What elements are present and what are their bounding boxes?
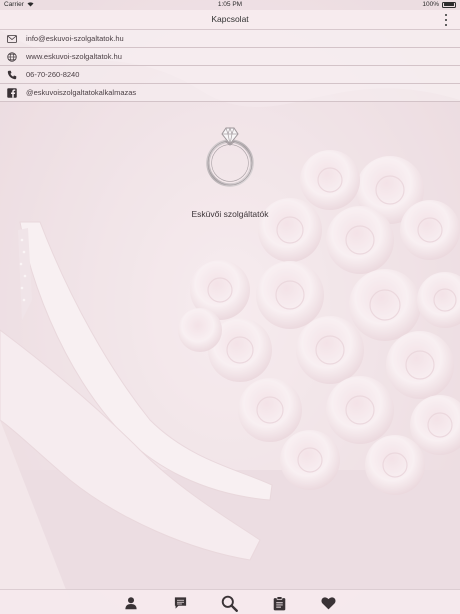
phone-icon xyxy=(7,70,17,80)
contact-website: www.eskuvoi-szolgaltatok.hu xyxy=(26,52,122,61)
contact-list: info@eskuvoi-szolgaltatok.hu www.eskuvoi… xyxy=(0,30,460,102)
contact-phone: 06-70-260-8240 xyxy=(26,70,80,79)
tab-notes[interactable] xyxy=(270,594,288,612)
chat-icon xyxy=(174,597,186,609)
contact-phone-row[interactable]: 06-70-260-8240 xyxy=(0,66,460,84)
person-icon xyxy=(125,597,137,610)
battery-level xyxy=(443,3,455,6)
tab-favorites[interactable] xyxy=(319,594,337,612)
contact-facebook: @eskuvoiszolgaltatokalkalmazas xyxy=(26,88,137,97)
status-bar: Carrier 1:05 PM 100% xyxy=(0,0,460,10)
search-icon xyxy=(221,595,238,612)
tab-bar xyxy=(0,589,460,614)
diamond-ring-icon xyxy=(206,126,254,187)
contact-facebook-row[interactable]: @eskuvoiszolgaltatokalkalmazas xyxy=(0,84,460,102)
tab-profile[interactable] xyxy=(122,594,140,612)
more-vertical-icon[interactable] xyxy=(442,14,450,26)
battery-percent: 100% xyxy=(422,1,439,8)
nav-bar: Kapcsolat xyxy=(0,10,460,30)
contact-email: info@eskuvoi-szolgaltatok.hu xyxy=(26,34,124,43)
page-title: Kapcsolat xyxy=(211,14,249,24)
tab-messages[interactable] xyxy=(171,594,189,612)
mail-icon xyxy=(7,34,17,44)
contact-email-row[interactable]: info@eskuvoi-szolgaltatok.hu xyxy=(0,30,460,48)
facebook-icon xyxy=(7,87,17,98)
contact-website-row[interactable]: www.eskuvoi-szolgaltatok.hu xyxy=(0,48,460,66)
clock: 1:05 PM xyxy=(217,1,243,8)
battery-icon xyxy=(442,1,456,8)
heart-icon xyxy=(321,597,335,610)
clipboard-icon xyxy=(273,595,285,610)
status-right: 100% xyxy=(422,1,456,8)
tab-search[interactable] xyxy=(220,594,238,612)
globe-icon xyxy=(7,51,17,62)
logo-text: Esküvői szolgáltatók xyxy=(191,209,269,219)
